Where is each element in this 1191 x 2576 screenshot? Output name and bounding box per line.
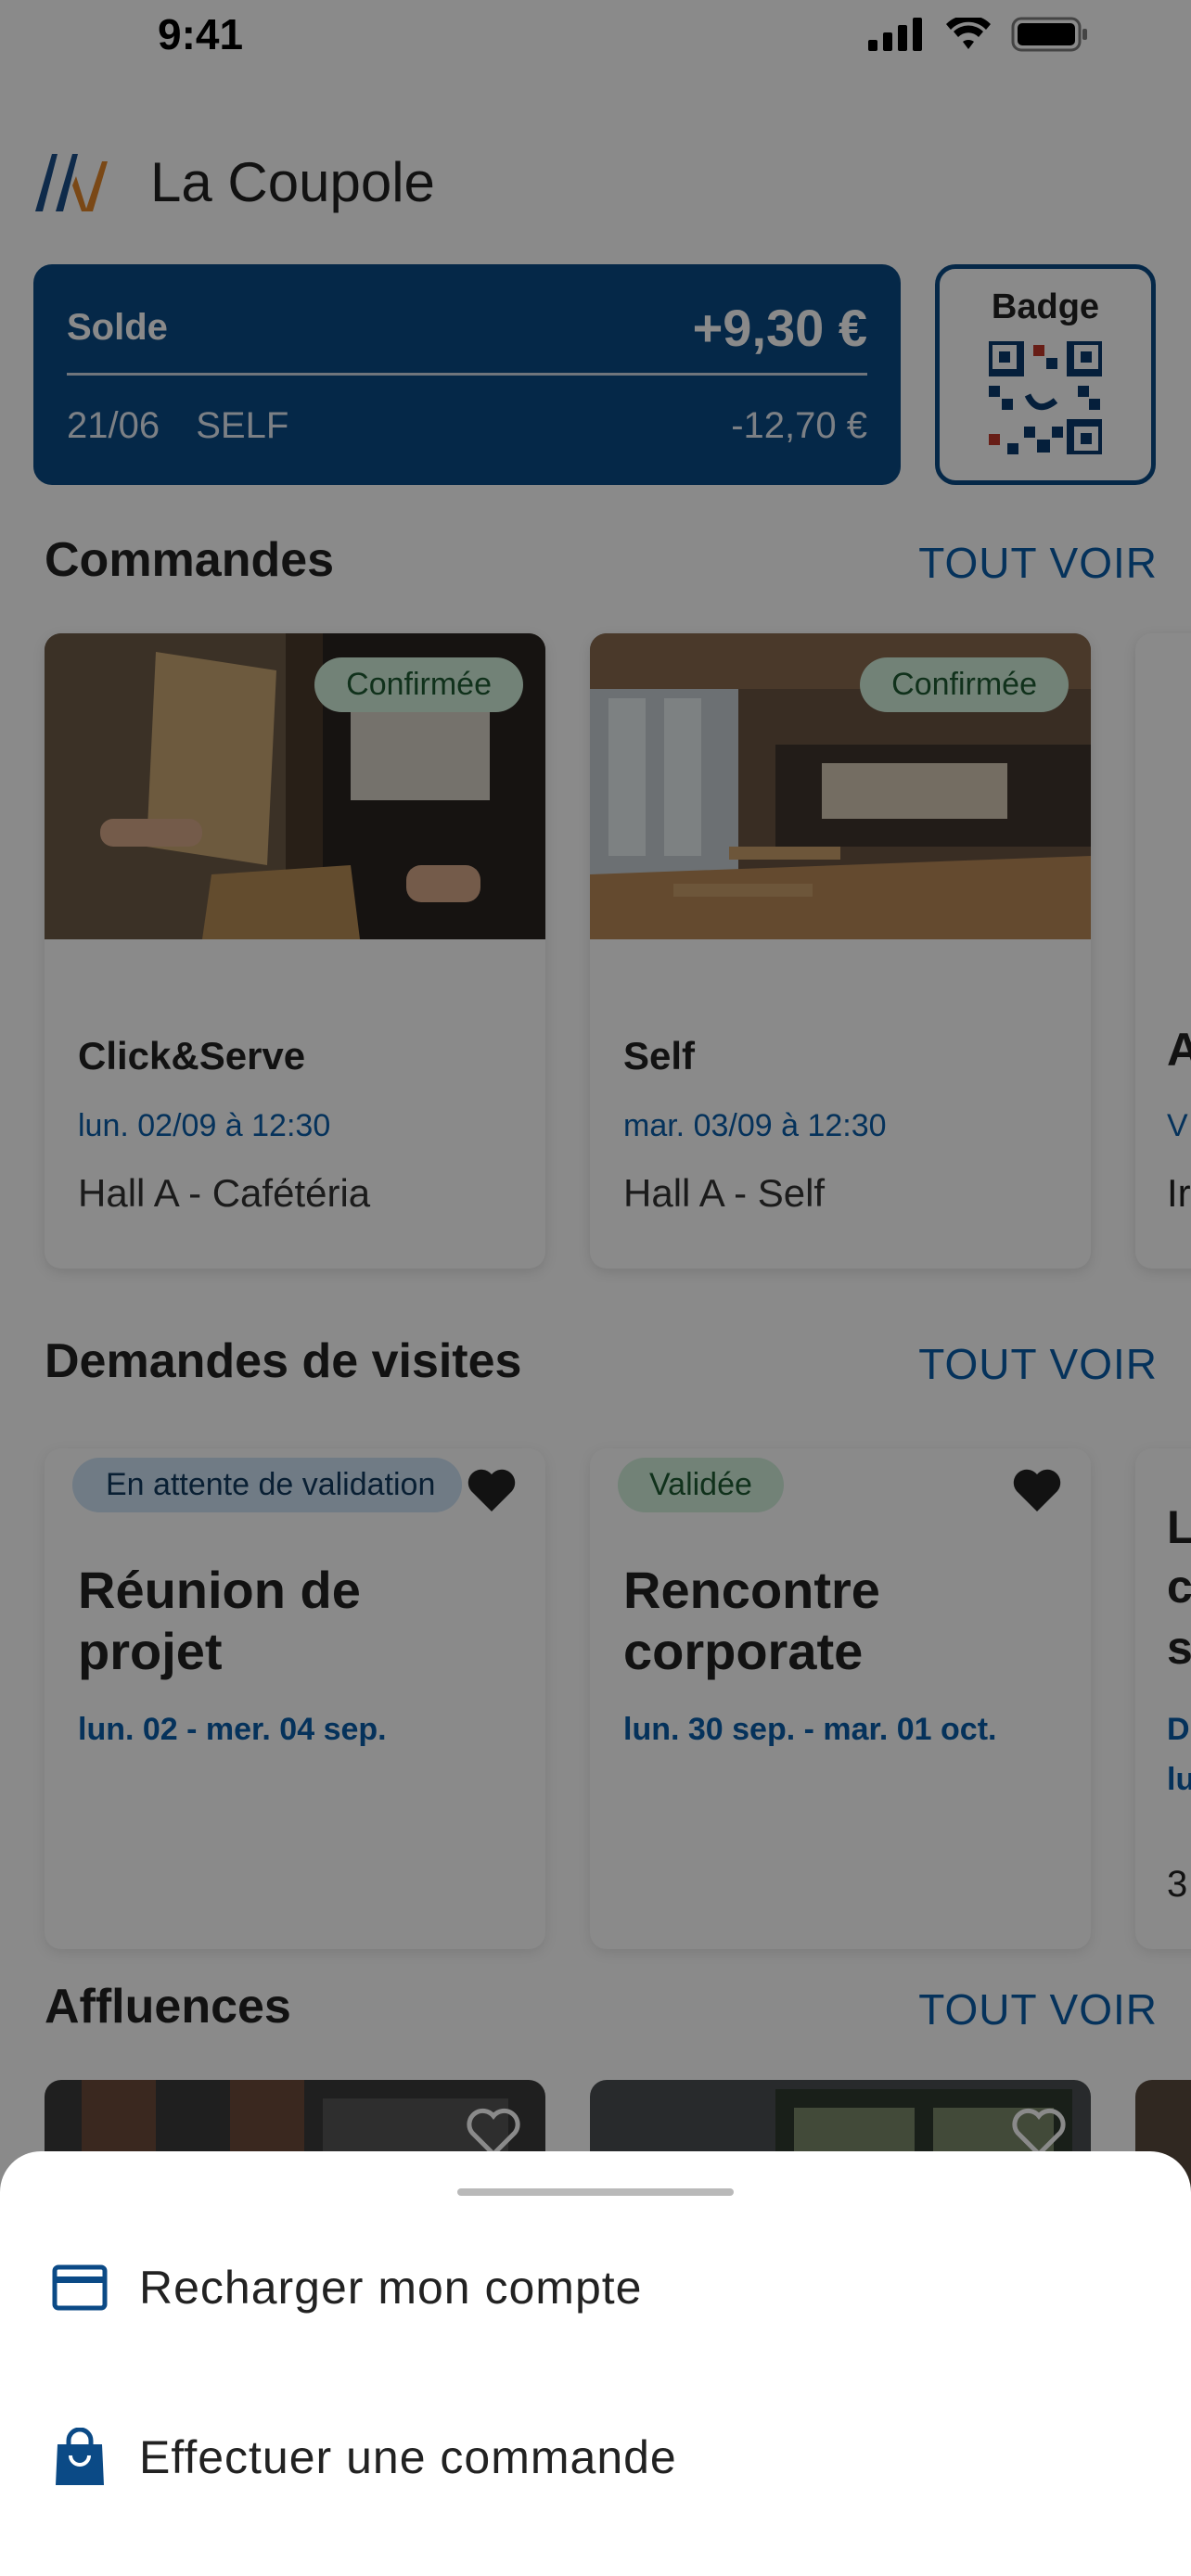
recharge-account-button[interactable]: Recharger mon compte xyxy=(52,2261,642,2315)
sheet-drag-handle[interactable] xyxy=(457,2188,734,2196)
home-screen: 9:41 La Coupole Solde +9,30 € 21/06 SELF… xyxy=(0,0,1191,2576)
credit-card-icon xyxy=(52,2264,108,2311)
place-order-button[interactable]: Effectuer une commande xyxy=(52,2428,677,2487)
recharge-account-label: Recharger mon compte xyxy=(139,2262,643,2314)
action-bottom-sheet: Recharger mon compte Effectuer une comma… xyxy=(0,2151,1191,2576)
place-order-label: Effectuer une commande xyxy=(139,2431,677,2483)
shopping-bag-icon xyxy=(56,2428,104,2485)
